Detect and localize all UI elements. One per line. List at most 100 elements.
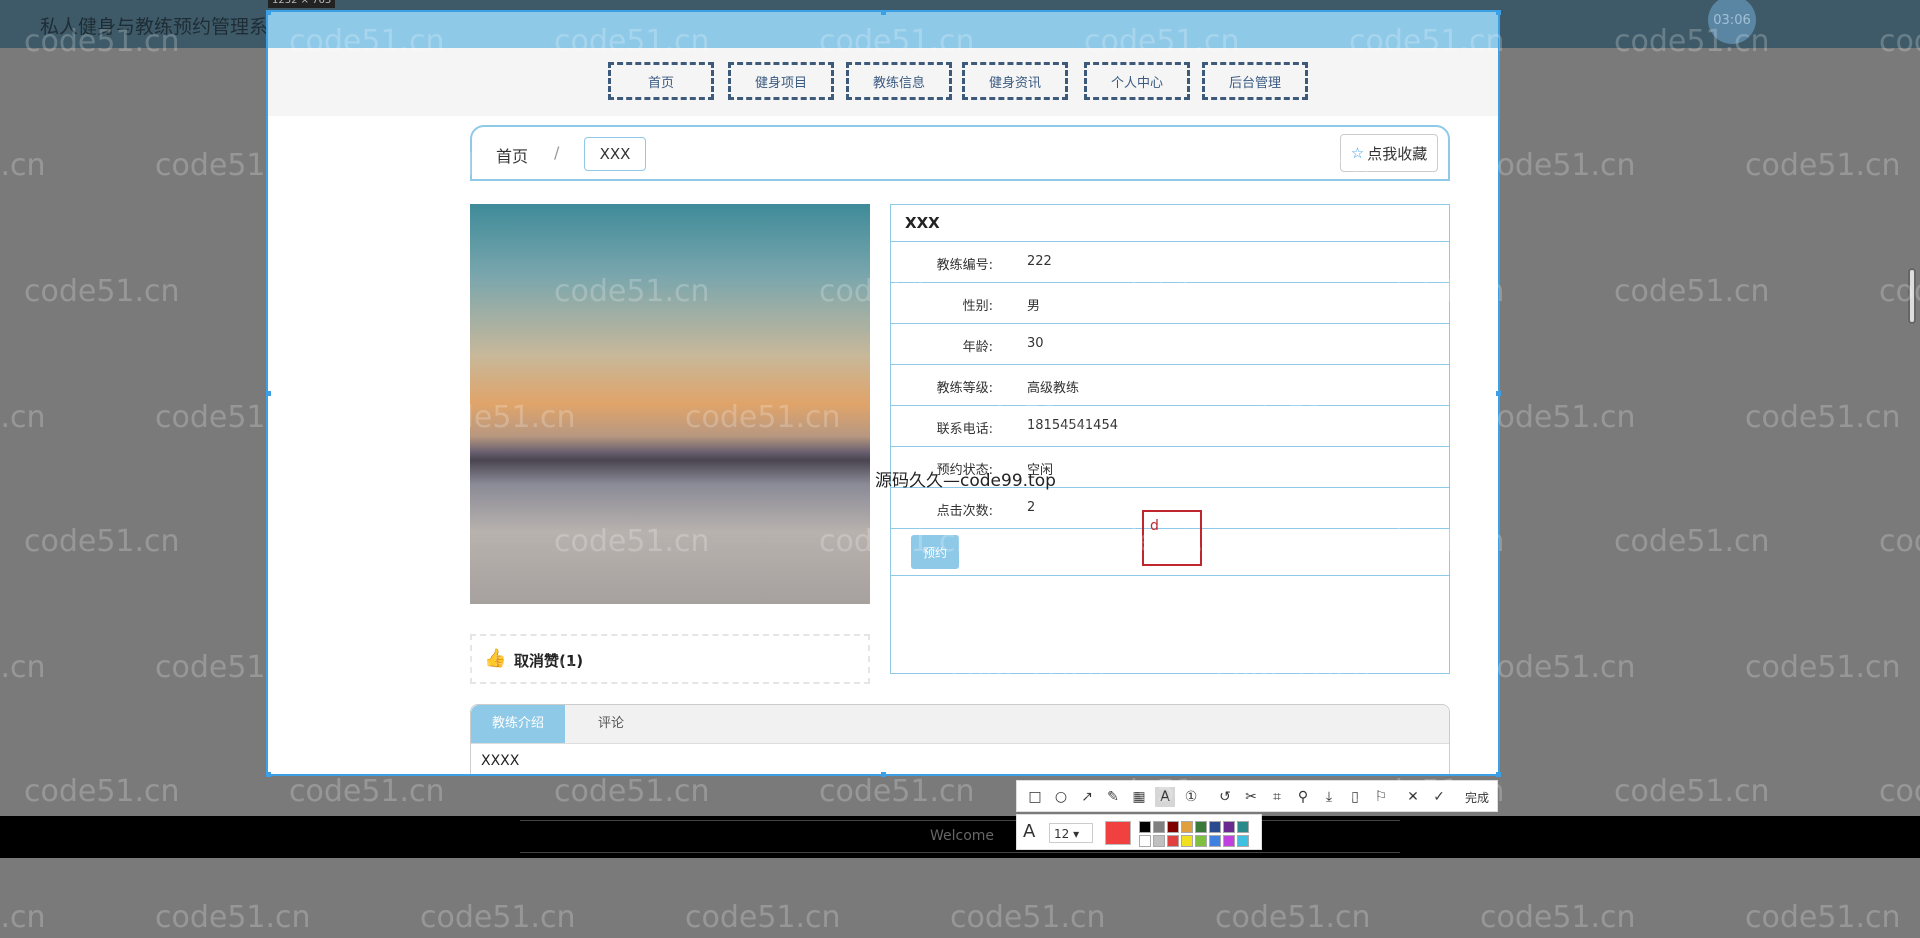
undo-icon[interactable]: ↺ [1215, 787, 1235, 807]
capture-size-label: 1232 × 763 [268, 0, 336, 8]
resize-handle[interactable] [1496, 772, 1501, 777]
screenshot-toolbar: □ ○ ↗ ✎ ▦ A ① ↺ ✂ ⌗ ⚲ ⤓ ▯ ⚐ ✕ ✓ 完成 [1016, 780, 1498, 812]
resize-handle[interactable] [266, 10, 271, 15]
main-nav: 首页 健身项目 教练信息 健身资讯 个人中心 后台管理 [268, 48, 1498, 116]
resize-handle[interactable] [881, 772, 886, 777]
pin-icon[interactable]: ⚲ [1293, 787, 1313, 807]
tab-bar: 教练介绍 评论 [471, 705, 1449, 744]
font-icon: A [1023, 821, 1036, 842]
color-swatch[interactable] [1209, 821, 1221, 833]
color-swatch[interactable] [1195, 821, 1207, 833]
clock-badge: 03:06 [1708, 0, 1756, 44]
cut-icon[interactable]: ✂ [1241, 787, 1261, 807]
breadcrumb-home[interactable]: 首页 [496, 143, 528, 167]
thumbs-up-icon: 👍 [484, 648, 507, 669]
color-swatch[interactable] [1167, 821, 1179, 833]
coach-info-panel: XXX 教练编号: 222 性别: 男 年龄: 30 教练等级: 高级教练 联系… [890, 204, 1450, 674]
info-value: 30 [1027, 336, 1044, 351]
coach-name: XXX [891, 205, 1449, 242]
download-icon[interactable]: ⤓ [1319, 787, 1339, 807]
tab-content: XXXX [481, 753, 520, 769]
arrow-icon[interactable]: ↗ [1077, 787, 1097, 807]
nav-item-admin[interactable]: 后台管理 [1202, 62, 1308, 100]
number-icon[interactable]: ① [1181, 787, 1201, 807]
coach-photo [470, 204, 870, 604]
dimmed-background-bottom [0, 858, 1920, 938]
color-swatch[interactable] [1181, 821, 1193, 833]
nav-item-coach-info[interactable]: 教练信息 [846, 62, 952, 100]
info-label: 教练等级: [936, 381, 993, 396]
footer-welcome: Welcome [930, 828, 995, 844]
ellipse-icon[interactable]: ○ [1051, 787, 1071, 807]
color-swatch[interactable] [1209, 835, 1221, 847]
capture-region[interactable]: 首页 健身项目 教练信息 健身资讯 个人中心 后台管理 首页 / XXX ☆ 点… [266, 10, 1500, 776]
info-label: 性别: [962, 299, 993, 314]
breadcrumb-separator: / [554, 143, 560, 162]
color-swatch[interactable] [1237, 835, 1249, 847]
color-swatch[interactable] [1223, 835, 1235, 847]
ocr-icon[interactable]: ⌗ [1267, 787, 1287, 807]
overlay-watermark-text: 源码久久—code99.top [875, 471, 1056, 491]
favorite-button[interactable]: ☆ 点我收藏 [1340, 134, 1438, 172]
info-label: 教练编号: [936, 258, 993, 273]
info-row: 性别: 男 [891, 283, 1449, 324]
resize-handle[interactable] [881, 10, 886, 15]
detail-tabs: 教练介绍 评论 XXXX [470, 704, 1450, 774]
color-swatch[interactable] [1237, 821, 1249, 833]
book-button[interactable]: 预约 [911, 535, 959, 569]
tab-coach-intro[interactable]: 教练介绍 [471, 705, 565, 743]
star-icon: ☆ [1350, 144, 1365, 162]
resize-handle[interactable] [1496, 391, 1501, 396]
bookmark-icon[interactable]: ⚐ [1371, 787, 1391, 807]
nav-item-fitness-news[interactable]: 健身资讯 [962, 62, 1068, 100]
color-swatch[interactable] [1223, 821, 1235, 833]
info-value: 2 [1027, 500, 1036, 515]
like-box[interactable]: 👍 取消赞(1) [470, 634, 870, 684]
check-icon[interactable]: ✓ [1429, 787, 1449, 807]
copy-icon[interactable]: ▯ [1345, 787, 1365, 807]
nav-item-personal-center[interactable]: 个人中心 [1084, 62, 1190, 100]
close-icon[interactable]: ✕ [1403, 787, 1423, 807]
scroll-indicator[interactable] [1908, 268, 1916, 324]
color-swatch[interactable] [1181, 835, 1193, 847]
color-swatch[interactable] [1167, 835, 1179, 847]
rect-icon[interactable]: □ [1025, 787, 1045, 807]
color-swatch[interactable] [1153, 821, 1165, 833]
color-swatch[interactable] [1195, 835, 1207, 847]
pen-icon[interactable]: ✎ [1103, 787, 1123, 807]
system-title: 私人健身与教练预约管理系统 [40, 16, 288, 38]
info-row: 联系电话: 18154541454 [891, 406, 1449, 447]
footer-divider [520, 820, 1400, 821]
info-label: 年龄: [962, 340, 993, 355]
nav-item-home[interactable]: 首页 [608, 62, 714, 100]
font-size-value: 12 [1054, 827, 1070, 841]
resize-handle[interactable] [1496, 10, 1501, 15]
color-swatch[interactable] [1139, 835, 1151, 847]
nav-item-fitness-projects[interactable]: 健身项目 [728, 62, 834, 100]
info-value: 高级教练 [1027, 381, 1080, 396]
color-swatch[interactable] [1139, 821, 1151, 833]
favorite-label: 点我收藏 [1367, 144, 1428, 163]
info-label: 联系电话: [936, 422, 993, 437]
footer-divider [520, 852, 1400, 853]
color-swatch[interactable] [1153, 835, 1165, 847]
info-value: 18154541454 [1027, 418, 1118, 433]
mosaic-icon[interactable]: ▦ [1129, 787, 1149, 807]
info-value: 222 [1027, 254, 1052, 269]
font-size-select[interactable]: 12 ▾ [1049, 823, 1093, 843]
done-label[interactable]: 完成 [1465, 789, 1489, 806]
page-footer: Welcome [0, 816, 1920, 858]
info-row: 教练编号: 222 [891, 242, 1449, 283]
resize-handle[interactable] [266, 391, 271, 396]
info-row: 教练等级: 高级教练 [891, 365, 1449, 406]
current-color-swatch[interactable] [1105, 821, 1131, 845]
info-value: 男 [1027, 299, 1041, 314]
tab-comments[interactable]: 评论 [581, 705, 641, 743]
breadcrumb: 首页 / XXX ☆ 点我收藏 [470, 125, 1450, 181]
resize-handle[interactable] [266, 772, 271, 777]
like-label: 取消赞(1) [514, 652, 584, 670]
breadcrumb-current: XXX [584, 137, 646, 171]
text-style-toolbar: A 12 ▾ [1016, 814, 1262, 850]
text-icon[interactable]: A [1155, 787, 1175, 807]
text-annotation-box[interactable]: d [1142, 510, 1202, 566]
